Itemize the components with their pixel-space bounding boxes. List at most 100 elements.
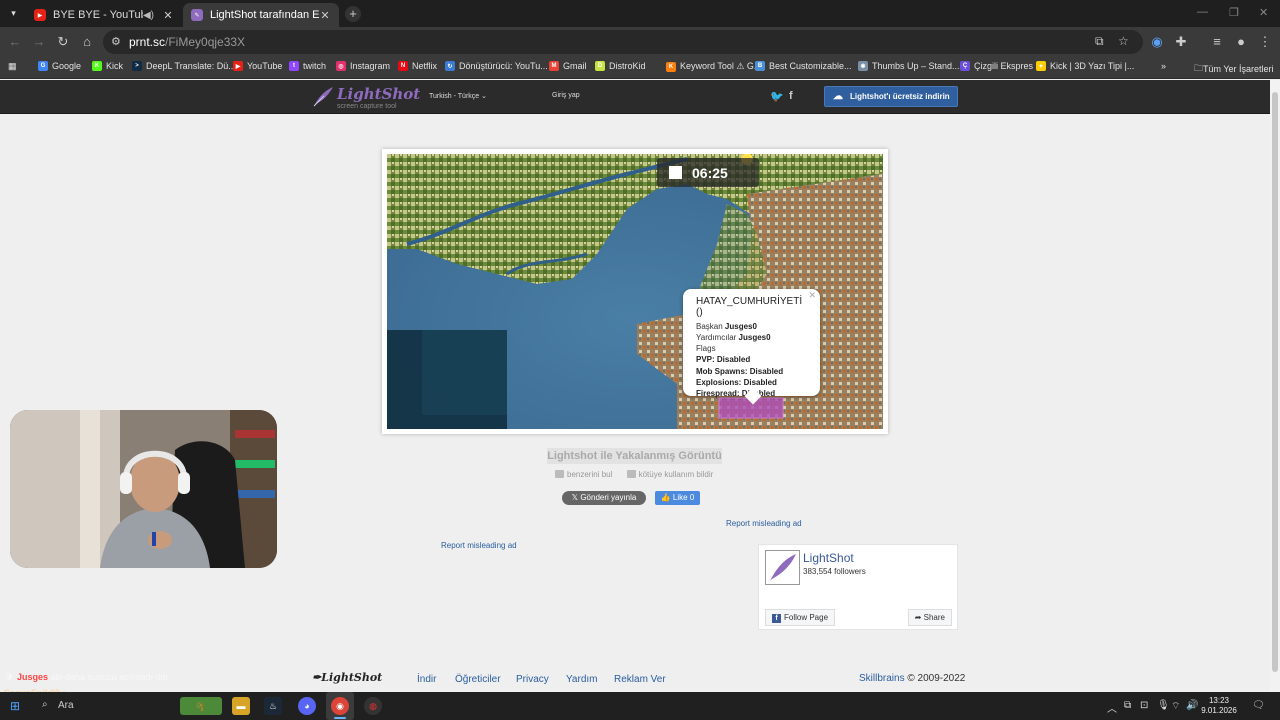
notifications-icon[interactable]: 🗨 xyxy=(1252,700,1265,711)
lightshot-favicon-icon: ✎ xyxy=(191,9,203,21)
chrome-icon[interactable]: ◉ xyxy=(331,697,349,715)
forward-icon[interactable]: → xyxy=(30,33,48,51)
footer-link-privacy[interactable]: Privacy xyxy=(516,674,549,685)
twitter-icon[interactable]: 🐦 xyxy=(770,90,784,103)
bookmark-item[interactable]: ▶ YouTube xyxy=(233,61,282,71)
bookmark-star-icon[interactable]: ☆ xyxy=(1118,34,1129,48)
new-tab-button[interactable]: + xyxy=(345,6,361,22)
footer-logo-text: LightShot xyxy=(321,671,383,684)
footer-link-tutorials[interactable]: Öğreticiler xyxy=(455,674,501,685)
page-scrollbar[interactable] xyxy=(1270,80,1280,692)
menu-icon[interactable]: ⋮ xyxy=(1256,33,1274,51)
login-link[interactable]: Giriş yap xyxy=(552,92,580,99)
tray-network-icon[interactable]: ⊡ xyxy=(1140,700,1148,711)
share-button[interactable]: ➦ Share xyxy=(907,609,952,626)
restore-icon[interactable]: ❐ xyxy=(1229,6,1239,19)
report-ad-link-left[interactable]: Report misleading ad xyxy=(441,541,517,550)
apps-icon[interactable]: ▦ xyxy=(8,61,17,72)
follow-page-button[interactable]: f Follow Page xyxy=(765,609,836,626)
site-info-icon[interactable]: ⚙ xyxy=(111,35,121,48)
minimize-icon[interactable]: — xyxy=(1197,6,1208,18)
scrollbar-thumb[interactable] xyxy=(1272,92,1278,672)
folder-icon: 🗀 xyxy=(1194,63,1204,73)
reload-icon[interactable]: ↻ xyxy=(54,33,72,51)
microphone-icon[interactable]: 🎙 xyxy=(1157,700,1170,711)
reading-list-icon[interactable]: ≡ xyxy=(1208,33,1226,51)
bookmark-item[interactable]: > DeepL Translate: Dü... xyxy=(132,61,236,71)
report-ad-link-right[interactable]: Report misleading ad xyxy=(726,519,802,528)
tab-youtube[interactable]: ▶ BYE BYE - YouTube ◀) ✕ xyxy=(26,3,182,27)
bookmark-item[interactable]: B Best Customizable... xyxy=(755,61,852,71)
active-app-indicator xyxy=(334,717,346,719)
facebook-icon[interactable]: f xyxy=(789,90,793,102)
footer-link-help[interactable]: Yardım xyxy=(566,674,598,685)
extension-icon[interactable]: ◉ xyxy=(1148,33,1166,51)
volume-icon[interactable]: 🔊 xyxy=(1186,700,1198,711)
tweet-button[interactable]: 𝕏 Gönderi yayınla xyxy=(562,491,646,505)
bookmark-label: YouTube xyxy=(247,61,283,71)
discord-icon[interactable]: ◕ xyxy=(298,697,316,715)
bookmark-item[interactable]: t twitch xyxy=(289,61,326,71)
start-icon[interactable]: ⊞ xyxy=(6,697,24,715)
download-button[interactable]: ☁ Lightshot'ı ücretsiz indirin xyxy=(824,86,958,107)
steam-icon[interactable]: ♨ xyxy=(264,697,282,715)
bookmark-item[interactable]: ↻ Dönüştürücü: YouTu... xyxy=(445,61,548,71)
bookmark-item[interactable]: Ç Çizgili Ekspres xyxy=(960,61,1033,71)
url-path: /FiMey0qje33X xyxy=(165,35,246,49)
footer-link-advertise[interactable]: Reklam Ver xyxy=(614,674,666,685)
skillbrains-link[interactable]: Skillbrains xyxy=(859,673,905,684)
file-explorer-icon[interactable]: ▬ xyxy=(232,697,250,715)
bookmark-item[interactable]: K Kick xyxy=(92,61,123,71)
url-text[interactable]: prnt.sc/FiMey0qje33X xyxy=(129,35,245,49)
bookmark-item[interactable]: G Google xyxy=(38,61,81,71)
language-select[interactable]: Turkish - Türkçe ⌄ xyxy=(429,92,487,100)
like-button[interactable]: 👍 Like 0 xyxy=(655,491,700,505)
profile-avatar[interactable]: ● xyxy=(1232,33,1250,51)
taskbar-search[interactable]: ⌕ Ara xyxy=(34,697,174,715)
taskbar-clock[interactable]: 13:23 9.01.2026 xyxy=(1201,696,1237,716)
footer-link-download[interactable]: İndir xyxy=(417,674,436,685)
bookmark-item[interactable]: M Gmail xyxy=(549,61,587,71)
wifi-icon[interactable]: ⌔ xyxy=(1171,700,1180,713)
bookmark-label: Gmail xyxy=(563,61,587,71)
close-window-icon[interactable]: ✕ xyxy=(1259,6,1268,19)
bookmark-item[interactable]: ◎ Instagram xyxy=(336,61,390,71)
bookmark-item[interactable]: ✦ Kick | 3D Yazı Tipi |... xyxy=(1036,61,1134,71)
bookmark-item[interactable]: K Keyword Tool ⚠ G... xyxy=(666,61,761,72)
extensions-puzzle-icon[interactable]: ✚ xyxy=(1172,33,1190,51)
clock-time: 13:23 xyxy=(1208,696,1230,705)
share-label: Share xyxy=(923,613,945,622)
bookmark-item[interactable]: N Netflix xyxy=(398,61,437,71)
bookmark-item[interactable]: ✱ Thumbs Up – Stand... xyxy=(858,61,960,71)
screenshot-image[interactable]: 06:25 ✕ HATAY_CUMHURİYETİ () Başkan Jusg… xyxy=(387,154,883,429)
bookmark-item[interactable]: D DistroKid xyxy=(595,61,646,71)
tab-search-icon[interactable]: ▾ xyxy=(5,5,22,22)
footer-logo[interactable]: ✒LightShot xyxy=(312,671,382,684)
speaker-icon[interactable]: ◀) xyxy=(143,10,154,21)
widgets-icon[interactable]: 🌴 xyxy=(180,697,222,715)
close-tab-icon[interactable]: ✕ xyxy=(319,9,331,22)
tray-chevron-icon[interactable]: ︿ xyxy=(1107,700,1117,715)
all-bookmarks-folder[interactable]: 🗀 Tüm Yer İşaretleri xyxy=(1194,61,1274,77)
back-icon[interactable]: ← xyxy=(6,33,24,51)
tab-lightshot[interactable]: ✎ LightShot tarafından Ekran Görüntüsü ✕ xyxy=(183,3,339,27)
webcam-overlay xyxy=(10,410,277,568)
address-bar[interactable]: ⚙ prnt.sc/FiMey0qje33X ⧉ ☆ xyxy=(103,30,1143,54)
facebook-page-name[interactable]: LightShot xyxy=(803,551,854,565)
close-popup-icon[interactable]: ✕ xyxy=(808,290,816,301)
claim-info-popup: ✕ HATAY_CUMHURİYETİ () Başkan Jusges0 Ya… xyxy=(683,289,820,405)
tray-app-icon[interactable]: ⧉ xyxy=(1124,700,1131,711)
popup-helpers-row: Yardımcılar Jusges0 xyxy=(696,332,807,343)
lightshot-page-avatar[interactable] xyxy=(765,550,800,585)
close-tab-icon[interactable]: ✕ xyxy=(162,9,174,22)
find-similar-link[interactable]: benzerini bul xyxy=(555,470,618,479)
home-icon[interactable]: ⌂ xyxy=(78,33,96,51)
install-app-icon[interactable]: ⧉ xyxy=(1095,34,1104,49)
x-logo-icon: 𝕏 xyxy=(571,493,579,502)
more-bookmarks-icon[interactable]: » xyxy=(1161,61,1166,71)
download-button-label: Lightshot'ı ücretsiz indirin xyxy=(850,92,950,101)
language-label: Turkish - Türkçe xyxy=(429,93,480,100)
bookmark-label: Netflix xyxy=(412,61,438,71)
report-abuse-link[interactable]: kötüye kullanım bildir xyxy=(626,470,720,479)
obs-icon[interactable]: ◍ xyxy=(364,697,382,715)
